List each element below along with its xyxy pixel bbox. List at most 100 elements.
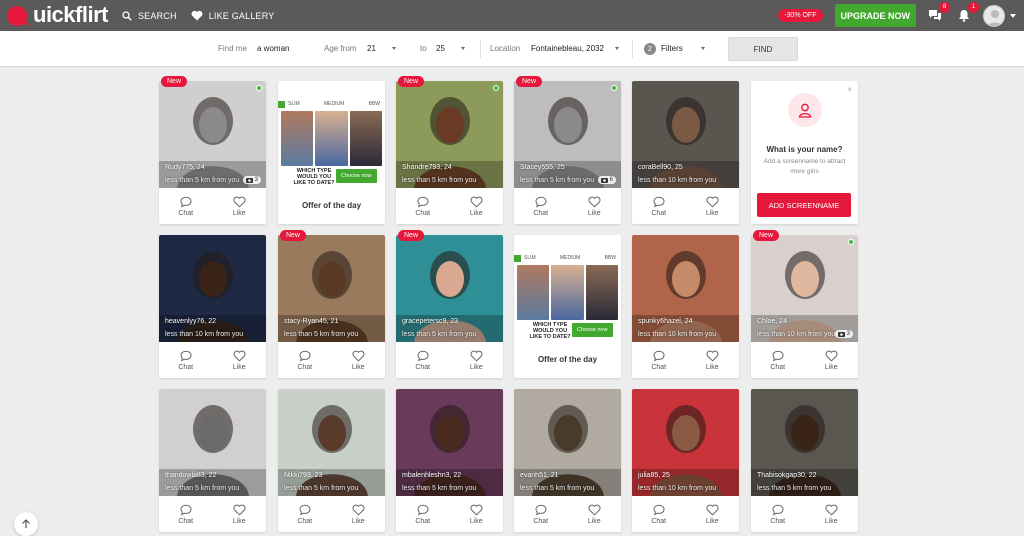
- profile-photo-container[interactable]: Stacey555, 25 less than 5 km from you 6: [514, 81, 621, 188]
- offer-image-slim[interactable]: [517, 265, 550, 320]
- profile-photo-container[interactable]: gracepetersc9, 23 less than 5 km from you: [396, 235, 503, 342]
- location-caret-icon[interactable]: [615, 47, 619, 50]
- filters-toggle[interactable]: Filters: [661, 44, 683, 53]
- messages-button[interactable]: 8: [925, 1, 950, 26]
- chat-button[interactable]: Chat: [278, 496, 332, 532]
- chat-label: Chat: [297, 517, 313, 525]
- account-menu-caret-icon[interactable]: [1010, 13, 1016, 18]
- profile-photo-container[interactable]: heavenlyy76, 22 less than 10 km from you: [159, 235, 266, 342]
- chat-button[interactable]: Chat: [751, 342, 805, 378]
- like-button[interactable]: Like: [568, 188, 622, 224]
- like-button[interactable]: Like: [568, 496, 622, 532]
- like-button[interactable]: Like: [805, 342, 859, 378]
- quickflirt-logo[interactable]: uickflirt: [4, 0, 108, 31]
- screenname-subtitle: Add a screenname to attract more girls: [763, 158, 846, 176]
- add-screenname-button[interactable]: ADD SCREENNAME: [757, 193, 851, 217]
- chat-button[interactable]: Chat: [632, 342, 686, 378]
- profile-photo-container[interactable]: Nikki799, 23 less than 5 km from you: [278, 389, 385, 496]
- age-to-caret-icon[interactable]: [461, 47, 465, 50]
- profile-card[interactable]: gracepetersc9, 23 less than 5 km from you…: [396, 230, 504, 378]
- offer-images[interactable]: [517, 265, 618, 320]
- profile-card[interactable]: spunky6hazel, 24 less than 10 km from you…: [632, 235, 739, 378]
- offer-image-slim[interactable]: [281, 111, 314, 166]
- profile-card[interactable]: thandowla83, 22 less than 5 km from you Ch…: [159, 389, 266, 532]
- profile-photo-container[interactable]: coraBell90, 25 less than 10 km from you: [632, 81, 739, 188]
- profile-card[interactable]: heavenlyy76, 22 less than 10 km from you C…: [159, 235, 266, 378]
- offer-image-bbw[interactable]: [349, 111, 382, 166]
- profile-photo-container[interactable]: evanh51, 21 less than 5 km from you: [514, 389, 621, 496]
- profile-card[interactable]: Nikki799, 23 less than 5 km from you Chat L…: [278, 389, 385, 532]
- profile-name: Stacey555, 25: [520, 164, 565, 171]
- card-actions: Chat Like: [159, 496, 266, 532]
- offer-images[interactable]: [281, 111, 382, 166]
- like-button[interactable]: Like: [805, 496, 859, 532]
- profile-card[interactable]: Shandre793, 24 less than 5 km from you New…: [396, 76, 504, 224]
- offer-image-medium[interactable]: [315, 111, 348, 166]
- choose-now-button[interactable]: Choose now: [336, 169, 377, 183]
- like-button[interactable]: Like: [450, 342, 504, 378]
- profile-card[interactable]: julia85, 25 less than 10 km from you Chat L…: [632, 389, 739, 532]
- profile-card[interactable]: evanh51, 21 less than 5 km from you Chat Li…: [514, 389, 621, 532]
- chat-button[interactable]: Chat: [396, 496, 450, 532]
- age-to-select[interactable]: 25: [436, 44, 445, 53]
- find-me-select[interactable]: a woman: [257, 44, 289, 53]
- close-icon[interactable]: ×: [847, 85, 852, 94]
- like-button[interactable]: Like: [450, 188, 504, 224]
- profile-photo-container[interactable]: thandowla83, 22 less than 5 km from you: [159, 389, 266, 496]
- nav-search-link[interactable]: SEARCH: [122, 11, 177, 21]
- like-button[interactable]: Like: [213, 188, 267, 224]
- profile-photo-container[interactable]: spunky6hazel, 24 less than 10 km from you: [632, 235, 739, 342]
- like-button[interactable]: Like: [213, 496, 267, 532]
- filters-caret-icon[interactable]: [701, 47, 705, 50]
- profile-photo-container[interactable]: Chloe, 24 less than 10 km from you 3: [751, 235, 858, 342]
- like-button[interactable]: Like: [213, 342, 267, 378]
- heart-outline-icon: [706, 196, 719, 207]
- like-button[interactable]: Like: [450, 496, 504, 532]
- scroll-to-top-button[interactable]: [14, 512, 38, 536]
- profile-photo-container[interactable]: Shandre793, 24 less than 5 km from you: [396, 81, 503, 188]
- age-from-caret-icon[interactable]: [392, 47, 396, 50]
- chat-button[interactable]: Chat: [514, 496, 568, 532]
- nav-like-gallery-link[interactable]: LIKE GALLERY: [191, 10, 275, 21]
- profile-photo-container[interactable]: stacy-Ryan45, 21 less than 5 km from you: [278, 235, 385, 342]
- offer-image-medium[interactable]: [551, 265, 584, 320]
- profile-card[interactable]: mbalenhleshn3, 22 less than 5 km from you…: [396, 389, 503, 532]
- chat-button[interactable]: Chat: [159, 496, 213, 532]
- like-button[interactable]: Like: [332, 342, 386, 378]
- age-from-select[interactable]: 21: [367, 44, 376, 53]
- profile-card[interactable]: coraBell90, 25 less than 10 km from you Ch…: [632, 81, 739, 224]
- profile-card[interactable]: Stacey555, 25 less than 5 km from you 6 Ne…: [514, 76, 622, 224]
- chat-button[interactable]: Chat: [632, 188, 686, 224]
- profile-photo-container[interactable]: Rudy775, 24 less than 5 km from you 3: [159, 81, 266, 188]
- chat-button[interactable]: Chat: [159, 342, 213, 378]
- profile-photo-container[interactable]: Thabisokgap30, 22 less than 5 km from you: [751, 389, 858, 496]
- chat-button[interactable]: Chat: [514, 188, 568, 224]
- like-button[interactable]: Like: [686, 188, 740, 224]
- profile-distance: less than 5 km from you: [402, 331, 477, 338]
- profile-card[interactable]: Thabisokgap30, 22 less than 5 km from you…: [751, 389, 858, 532]
- like-button[interactable]: Like: [332, 496, 386, 532]
- notifications-button[interactable]: 1: [954, 1, 979, 26]
- offer-image-bbw[interactable]: [585, 265, 618, 320]
- choose-now-button[interactable]: Choose now: [572, 323, 613, 337]
- upgrade-button[interactable]: UPGRADE NOW: [834, 4, 916, 27]
- chat-button[interactable]: Chat: [278, 342, 332, 378]
- like-button[interactable]: Like: [686, 342, 740, 378]
- profile-card[interactable]: stacy-Ryan45, 21 less than 5 km from you N…: [278, 230, 386, 378]
- profile-photo-container[interactable]: julia85, 25 less than 10 km from you: [632, 389, 739, 496]
- profile-card[interactable]: Rudy775, 24 less than 5 km from you 3 New C…: [159, 76, 267, 224]
- like-button[interactable]: Like: [686, 496, 740, 532]
- chat-button[interactable]: Chat: [751, 496, 805, 532]
- chat-button[interactable]: Chat: [632, 496, 686, 532]
- user-avatar[interactable]: [983, 4, 1005, 27]
- location-select[interactable]: Fontainebleau, 2032: [531, 44, 604, 53]
- discount-badge[interactable]: -30% OFF: [778, 9, 823, 22]
- offer-card[interactable]: SLIM MEDIUM BBW WHICH TYPE WOULD YOU LIKE T…: [514, 235, 621, 378]
- profile-photo-container[interactable]: mbalenhleshn3, 22 less than 5 km from you: [396, 389, 503, 496]
- profile-card[interactable]: Chloe, 24 less than 10 km from you 3 New Ch…: [751, 230, 859, 378]
- chat-button[interactable]: Chat: [396, 188, 450, 224]
- offer-card[interactable]: SLIM MEDIUM BBW WHICH TYPE WOULD YOU LIKE T…: [278, 81, 385, 224]
- find-button[interactable]: FIND: [728, 37, 798, 61]
- chat-button[interactable]: Chat: [159, 188, 213, 224]
- chat-button[interactable]: Chat: [396, 342, 450, 378]
